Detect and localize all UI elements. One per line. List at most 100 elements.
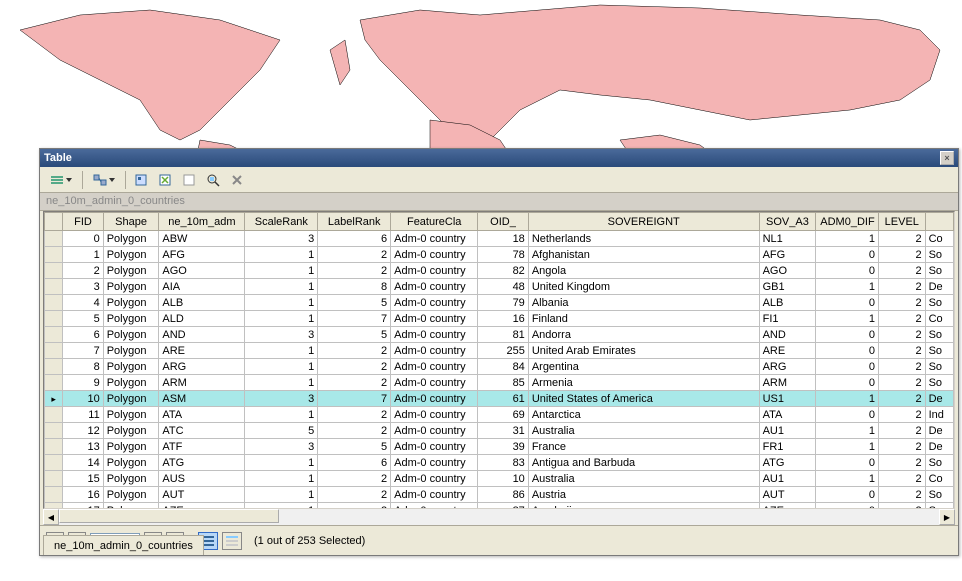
table-cell[interactable]: 2	[879, 295, 926, 311]
table-cell[interactable]: Adm-0 country	[391, 391, 478, 407]
column-header[interactable]: ne_10m_adm	[159, 213, 245, 231]
table-cell[interactable]: Polygon	[103, 343, 159, 359]
title-bar[interactable]: Table ×	[40, 149, 958, 167]
table-row[interactable]: 11PolygonATA12Adm-0 country69AntarcticaA…	[45, 407, 954, 423]
table-cell[interactable]: Ind	[925, 407, 953, 423]
table-cell[interactable]: 2	[879, 311, 926, 327]
table-cell[interactable]: 1	[245, 279, 318, 295]
table-cell[interactable]: AFG	[159, 247, 245, 263]
table-cell[interactable]: Adm-0 country	[391, 327, 478, 343]
table-cell[interactable]: 7	[63, 343, 103, 359]
layer-tab[interactable]: ne_10m_admin_0_countries	[40, 193, 958, 211]
table-cell[interactable]: AFG	[759, 247, 816, 263]
table-cell[interactable]: 83	[478, 455, 529, 471]
table-cell[interactable]: ATF	[159, 439, 245, 455]
column-header[interactable]	[925, 213, 953, 231]
table-cell[interactable]: So	[925, 343, 953, 359]
column-header[interactable]: SOV_A3	[759, 213, 816, 231]
column-header[interactable]: LEVEL	[879, 213, 926, 231]
table-cell[interactable]: Antigua and Barbuda	[528, 455, 759, 471]
table-cell[interactable]: Adm-0 country	[391, 263, 478, 279]
table-cell[interactable]: United Kingdom	[528, 279, 759, 295]
table-row[interactable]: 12PolygonATC52Adm-0 country31AustraliaAU…	[45, 423, 954, 439]
zoom-selected-button[interactable]	[202, 169, 224, 191]
table-cell[interactable]: Adm-0 country	[391, 439, 478, 455]
table-cell[interactable]: Adm-0 country	[391, 487, 478, 503]
table-cell[interactable]: 1	[245, 487, 318, 503]
table-cell[interactable]: De	[925, 423, 953, 439]
table-cell[interactable]: 1	[245, 359, 318, 375]
table-cell[interactable]: United States of America	[528, 391, 759, 407]
table-cell[interactable]: 2	[879, 343, 926, 359]
table-cell[interactable]: 0	[816, 455, 879, 471]
table-cell[interactable]: 1	[245, 263, 318, 279]
table-cell[interactable]: Angola	[528, 263, 759, 279]
table-cell[interactable]: De	[925, 279, 953, 295]
table-cell[interactable]: AUT	[159, 487, 245, 503]
table-cell[interactable]	[45, 487, 63, 503]
table-cell[interactable]: So	[925, 247, 953, 263]
bottom-layer-tab[interactable]: ne_10m_admin_0_countries	[43, 535, 204, 555]
table-cell[interactable]: 0	[63, 231, 103, 247]
table-cell[interactable]: 81	[478, 327, 529, 343]
table-cell[interactable]: 84	[478, 359, 529, 375]
table-cell[interactable]: AUT	[759, 487, 816, 503]
table-cell[interactable]	[45, 359, 63, 375]
table-cell[interactable]: US1	[759, 391, 816, 407]
table-cell[interactable]: 2	[879, 407, 926, 423]
table-cell[interactable]: Co	[925, 471, 953, 487]
table-cell[interactable]: ARG	[159, 359, 245, 375]
table-cell[interactable]: 1	[816, 391, 879, 407]
table-cell[interactable]: 3	[63, 279, 103, 295]
table-cell[interactable]: 69	[478, 407, 529, 423]
table-cell[interactable]: Adm-0 country	[391, 471, 478, 487]
table-cell[interactable]: Co	[925, 311, 953, 327]
table-cell[interactable]	[45, 263, 63, 279]
table-cell[interactable]: 1	[816, 279, 879, 295]
table-cell[interactable]: 8	[318, 279, 391, 295]
column-header[interactable]: ScaleRank	[245, 213, 318, 231]
table-cell[interactable]: Polygon	[103, 423, 159, 439]
table-cell[interactable]: Adm-0 country	[391, 231, 478, 247]
table-row[interactable]: 13PolygonATF35Adm-0 country39FranceFR112…	[45, 439, 954, 455]
table-cell[interactable]: Netherlands	[528, 231, 759, 247]
table-cell[interactable]: 2	[318, 407, 391, 423]
table-row[interactable]: 16PolygonAUT12Adm-0 country86AustriaAUT0…	[45, 487, 954, 503]
scroll-track[interactable]	[59, 509, 939, 525]
table-cell[interactable]: Finland	[528, 311, 759, 327]
table-cell[interactable]: 2	[879, 359, 926, 375]
table-cell[interactable]: 16	[478, 311, 529, 327]
table-cell[interactable]: FR1	[759, 439, 816, 455]
table-cell[interactable]: Albania	[528, 295, 759, 311]
table-cell[interactable]: 0	[816, 343, 879, 359]
table-cell[interactable]: 39	[478, 439, 529, 455]
table-cell[interactable]: AU1	[759, 471, 816, 487]
table-cell[interactable]	[45, 423, 63, 439]
table-cell[interactable]: AU1	[759, 423, 816, 439]
table-cell[interactable]: 3	[245, 439, 318, 455]
clear-selection-button[interactable]	[178, 169, 200, 191]
table-cell[interactable]: 0	[816, 295, 879, 311]
switch-selection-button[interactable]	[154, 169, 176, 191]
table-cell[interactable]: De	[925, 391, 953, 407]
table-cell[interactable]: 0	[816, 263, 879, 279]
table-cell[interactable]: So	[925, 375, 953, 391]
table-cell[interactable]: 1	[245, 311, 318, 327]
table-cell[interactable]: 2	[318, 247, 391, 263]
table-row[interactable]: 14PolygonATG16Adm-0 country83Antigua and…	[45, 455, 954, 471]
table-cell[interactable]: So	[925, 295, 953, 311]
table-cell[interactable]: 1	[63, 247, 103, 263]
table-cell[interactable]: 6	[318, 231, 391, 247]
table-row[interactable]: 8PolygonARG12Adm-0 country84ArgentinaARG…	[45, 359, 954, 375]
table-cell[interactable]: 86	[478, 487, 529, 503]
table-cell[interactable]: 1	[245, 407, 318, 423]
column-header[interactable]: FeatureCla	[391, 213, 478, 231]
table-cell[interactable]: 6	[318, 455, 391, 471]
table-cell[interactable]: 2	[318, 487, 391, 503]
table-cell[interactable]: GB1	[759, 279, 816, 295]
table-cell[interactable]: Polygon	[103, 247, 159, 263]
column-header[interactable]: ADM0_DIF	[816, 213, 879, 231]
table-cell[interactable]: Andorra	[528, 327, 759, 343]
table-cell[interactable]: Polygon	[103, 487, 159, 503]
table-cell[interactable]: 1	[245, 471, 318, 487]
